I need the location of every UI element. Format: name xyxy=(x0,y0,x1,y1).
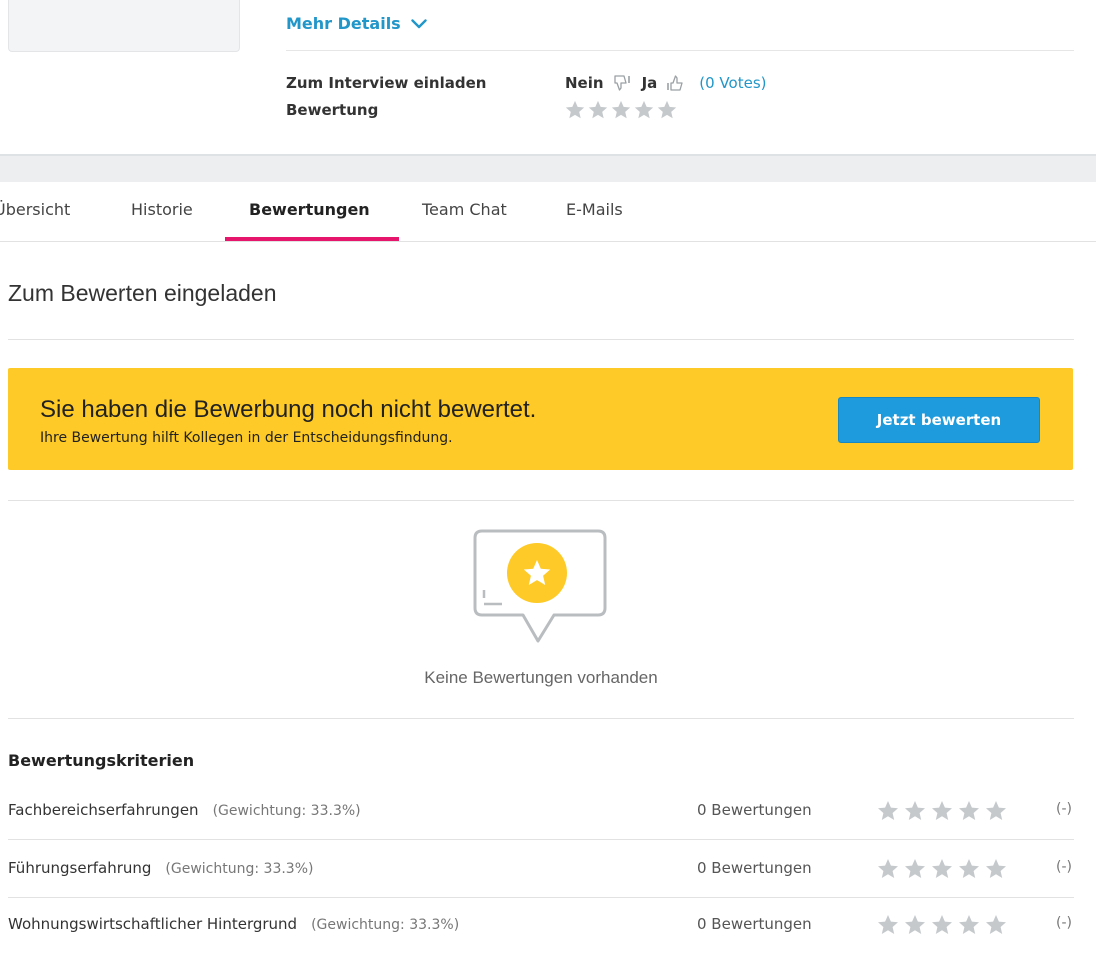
star-icon[interactable] xyxy=(930,913,954,937)
empty-state-text: Keine Bewertungen vorhanden xyxy=(424,668,658,687)
star-icon[interactable] xyxy=(876,857,900,881)
star-icon[interactable] xyxy=(957,857,981,881)
thumbs-down-icon[interactable] xyxy=(612,74,632,92)
criteria-count: 0 Bewertungen xyxy=(697,859,812,877)
tab-e-mails[interactable]: E-Mails xyxy=(566,200,623,219)
row-divider xyxy=(8,897,1074,898)
star-icon[interactable] xyxy=(564,99,586,121)
overall-rating-stars xyxy=(564,99,678,121)
star-icon[interactable] xyxy=(876,799,900,823)
candidate-header: Mehr Details Zum Interview einladen Bewe… xyxy=(0,0,1096,154)
criteria-result: (-) xyxy=(1056,915,1072,931)
criteria-title: Bewertungskriterien xyxy=(8,751,195,770)
section-title: Zum Bewerten eingeladen xyxy=(8,280,277,306)
rating-label: Bewertung xyxy=(286,101,379,119)
criteria-stars[interactable] xyxy=(876,857,1008,881)
tab-team-chat[interactable]: Team Chat xyxy=(422,200,507,219)
criteria-label: Führungserfahrung xyxy=(8,859,152,877)
banner-title: Sie haben die Bewerbung noch nicht bewer… xyxy=(40,396,537,423)
criteria-name: Fachbereichserfahrungen (Gewichtung: 33.3… xyxy=(8,801,361,819)
rate-now-button[interactable]: Jetzt bewerten xyxy=(838,397,1040,443)
active-tab-indicator xyxy=(225,237,399,241)
tab-historie[interactable]: Historie xyxy=(131,200,193,219)
star-icon[interactable] xyxy=(656,99,678,121)
more-details-label: Mehr Details xyxy=(286,14,401,33)
star-icon[interactable] xyxy=(984,913,1008,937)
criteria-stars[interactable] xyxy=(876,799,1008,823)
criteria-weight: (Gewichtung: 33.3%) xyxy=(311,917,460,933)
divider xyxy=(8,500,1074,501)
criteria-stars[interactable] xyxy=(876,913,1008,937)
star-icon[interactable] xyxy=(587,99,609,121)
star-icon[interactable] xyxy=(957,799,981,823)
star-icon[interactable] xyxy=(930,857,954,881)
star-icon[interactable] xyxy=(903,857,927,881)
star-icon[interactable] xyxy=(610,99,632,121)
rating-reminder-banner: Sie haben die Bewerbung noch nicht bewer… xyxy=(8,368,1073,470)
criteria-name: Führungserfahrung (Gewichtung: 33.3%) xyxy=(8,859,313,877)
star-icon[interactable] xyxy=(903,913,927,937)
star-icon[interactable] xyxy=(633,99,655,121)
star-icon[interactable] xyxy=(984,799,1008,823)
tab-uebersicht[interactable]: Übersicht xyxy=(0,200,70,219)
candidate-photo xyxy=(8,0,240,52)
row-divider xyxy=(8,839,1074,840)
star-icon[interactable] xyxy=(957,913,981,937)
tab-bewertungen[interactable]: Bewertungen xyxy=(249,200,370,219)
criteria-count: 0 Bewertungen xyxy=(697,801,812,819)
votes-count[interactable]: (0 Votes) xyxy=(699,74,766,92)
divider xyxy=(8,339,1074,340)
vote-no-label: Nein xyxy=(565,74,604,92)
criteria-count: 0 Bewertungen xyxy=(697,915,812,933)
interview-vote: Nein Ja (0 Votes) xyxy=(565,74,766,92)
vote-yes-label: Ja xyxy=(641,74,658,92)
star-icon[interactable] xyxy=(930,799,954,823)
criteria-row: Wohnungswirtschaftlicher Hintergrund (Gew… xyxy=(8,906,1074,946)
chevron-down-icon xyxy=(411,18,427,28)
tab-bar: Übersicht Historie Bewertungen Team Chat… xyxy=(0,182,1096,242)
criteria-result: (-) xyxy=(1056,859,1072,875)
criteria-result: (-) xyxy=(1056,801,1072,817)
interview-label: Zum Interview einladen xyxy=(286,74,487,92)
star-icon[interactable] xyxy=(876,913,900,937)
criteria-weight: (Gewichtung: 33.3%) xyxy=(165,861,314,877)
star-icon[interactable] xyxy=(903,799,927,823)
rating-speech-bubble-star-icon xyxy=(473,529,607,643)
criteria-weight: (Gewichtung: 33.3%) xyxy=(212,803,361,819)
star-icon[interactable] xyxy=(984,857,1008,881)
banner-subtitle: Ihre Bewertung hilft Kollegen in der Ent… xyxy=(40,430,453,446)
criteria-label: Fachbereichserfahrungen xyxy=(8,801,199,819)
divider xyxy=(8,718,1074,719)
criteria-label: Wohnungswirtschaftlicher Hintergrund xyxy=(8,915,298,933)
header-divider xyxy=(286,50,1074,51)
thumbs-up-icon[interactable] xyxy=(665,74,685,92)
criteria-name: Wohnungswirtschaftlicher Hintergrund (Gew… xyxy=(8,915,459,933)
more-details-link[interactable]: Mehr Details xyxy=(286,14,427,33)
criteria-row: Fachbereichserfahrungen (Gewichtung: 33.3… xyxy=(8,792,1074,832)
section-separator-band xyxy=(0,154,1096,182)
criteria-row: Führungserfahrung (Gewichtung: 33.3%) 0 B… xyxy=(8,850,1074,890)
